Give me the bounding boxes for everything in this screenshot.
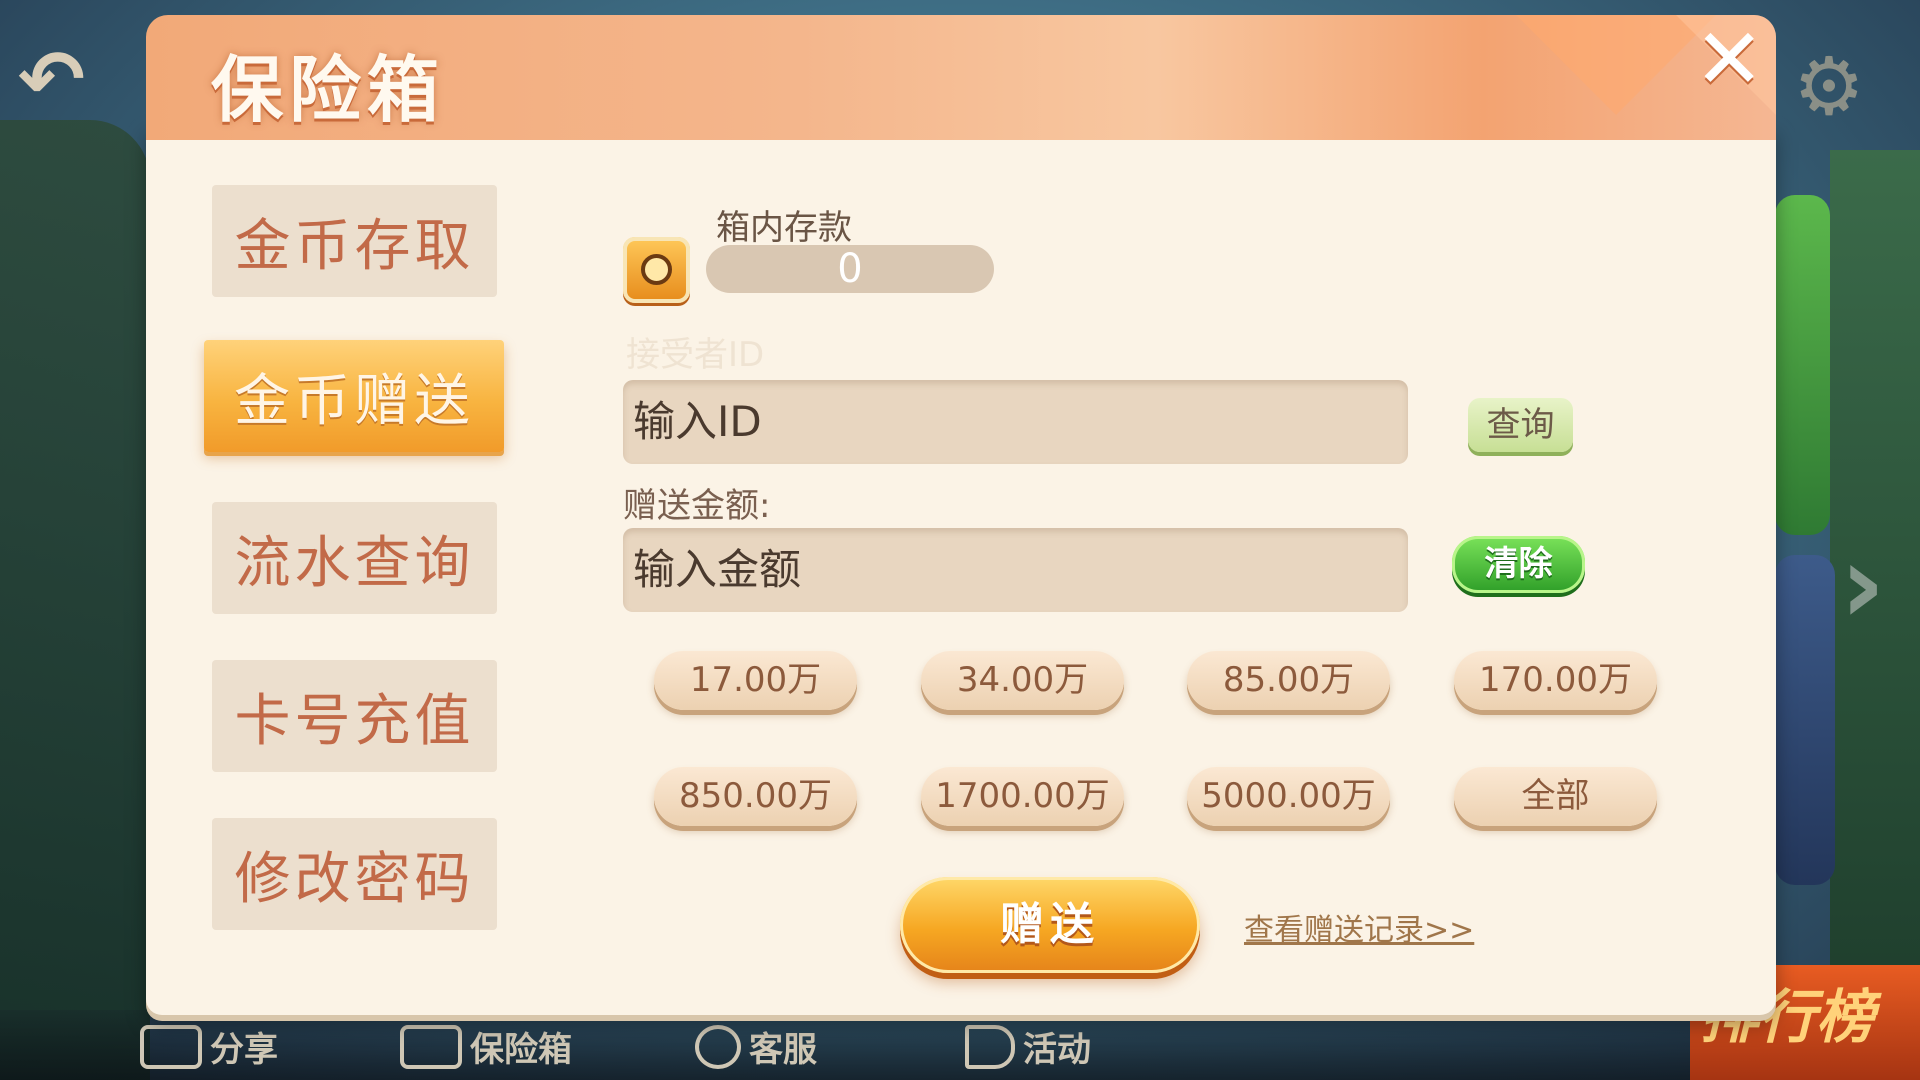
sidebar-item-transaction-history[interactable]: 流水查询 [212,502,497,614]
bottom-nav-label: 活动 [1023,1030,1091,1070]
close-icon[interactable]: ✕ [1694,17,1764,101]
share-icon [140,1024,202,1069]
clear-button[interactable]: 清除 [1452,536,1585,593]
amount-option-button[interactable]: 850.00万 [654,767,857,826]
safe-icon [400,1024,462,1069]
gift-record-link[interactable]: 查看赠送记录>> [1244,905,1474,949]
megaphone-icon [965,1024,1015,1069]
receiver-id-label: 接受者ID [626,335,765,375]
amount-option-button[interactable]: 34.00万 [921,651,1124,710]
bottom-nav-share[interactable]: 分享 [140,1022,278,1071]
sidebar-item-change-password[interactable]: 修改密码 [212,818,497,930]
amount-option-button[interactable]: 1700.00万 [921,767,1124,826]
safe-box-dialog: 保险箱 ✕ 金币存取 金币赠送 流水查询 卡号充值 修改密码 箱内存款 0 接受… [146,15,1776,1015]
bottom-nav-safe[interactable]: 保险箱 [400,1022,572,1071]
gift-amount-input[interactable]: 输入金额 [623,528,1408,612]
sidebar-item-deposit-withdraw[interactable]: 金币存取 [212,185,497,297]
safe-balance-label: 箱内存款 [716,208,852,248]
amount-option-button[interactable]: 5000.00万 [1187,767,1390,826]
amount-option-all-button[interactable]: 全部 [1454,767,1657,826]
amount-option-button[interactable]: 85.00万 [1187,651,1390,710]
bottom-nav-label: 保险箱 [470,1030,572,1070]
bottom-nav-bar [0,1010,1920,1080]
receiver-id-input[interactable]: 输入ID [623,380,1408,464]
safe-balance-value: 0 [706,245,994,293]
back-arrow-icon[interactable]: ↶ [18,40,114,120]
bottom-nav-label: 分享 [210,1030,278,1070]
chevron-right-icon[interactable]: › [1840,520,1885,648]
sidebar-item-card-recharge[interactable]: 卡号充值 [212,660,497,772]
amount-option-button[interactable]: 17.00万 [654,651,857,710]
background-side-panel-blue [1775,555,1835,885]
bottom-nav-activity[interactable]: 活动 [965,1022,1091,1071]
safe-icon [623,237,690,303]
background-side-panel-green [1775,195,1830,535]
query-button[interactable]: 查询 [1468,398,1573,452]
sidebar-item-gift-coins[interactable]: 金币赠送 [204,340,504,452]
gear-icon[interactable]: ⚙ [1790,47,1868,127]
background-tree-left [0,120,150,1080]
bottom-nav-service[interactable]: 客服 [695,1022,817,1071]
safe-dial-icon [641,254,672,285]
bottom-nav-label: 客服 [749,1030,817,1070]
amount-option-button[interactable]: 170.00万 [1454,651,1657,710]
dialog-title: 保险箱 [211,48,446,132]
service-icon [695,1024,741,1069]
dialog-header: 保险箱 ✕ [146,15,1776,140]
gift-amount-label: 赠送金额: [623,486,771,526]
gift-button[interactable]: 赠送 [900,877,1200,973]
